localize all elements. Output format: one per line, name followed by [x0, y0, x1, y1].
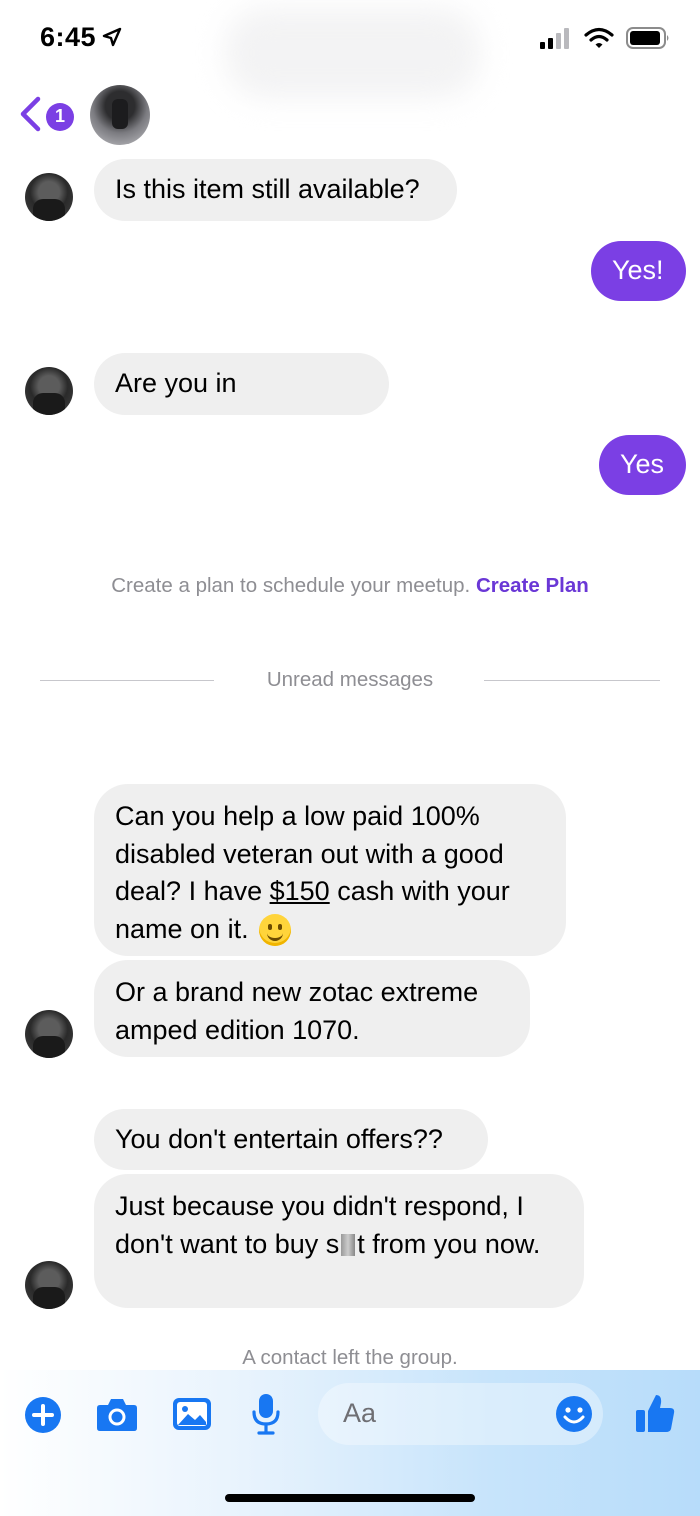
listing-thumbnail[interactable]	[90, 85, 150, 145]
camera-icon[interactable]	[96, 1396, 138, 1437]
plan-prompt: Create a plan to schedule your meetup. C…	[111, 574, 589, 597]
location-arrow-icon	[102, 23, 122, 54]
emoji-icon[interactable]	[555, 1395, 593, 1438]
unread-count-badge: 1	[46, 102, 74, 131]
home-indicator[interactable]	[225, 1494, 475, 1502]
sender-avatar[interactable]	[25, 173, 73, 221]
message-text: You don't entertain offers??	[115, 1123, 443, 1154]
message-input-placeholder: Aa	[343, 1398, 377, 1428]
chevron-left-icon	[18, 96, 42, 137]
received-message[interactable]: Can you help a low paid 100% disabled ve…	[94, 784, 566, 956]
microphone-icon[interactable]	[251, 1393, 281, 1440]
censored-text	[341, 1234, 356, 1257]
message-text: Or a brand new zotac extreme amped editi…	[115, 977, 479, 1045]
smiley-emoji-icon	[258, 914, 291, 947]
message-text: Are you in	[115, 368, 237, 399]
photo-gallery-icon[interactable]	[172, 1397, 212, 1436]
message-text: Yes!	[612, 255, 664, 286]
sender-avatar[interactable]	[25, 1010, 73, 1058]
plus-icon[interactable]	[24, 1396, 62, 1439]
wifi-icon	[584, 27, 614, 54]
message-text: Yes	[620, 449, 665, 480]
received-message[interactable]: Or a brand new zotac extreme amped editi…	[94, 960, 530, 1057]
message-text: Is this item still available?	[115, 174, 420, 205]
battery-icon	[626, 26, 672, 55]
back-button[interactable]: 1	[18, 96, 74, 137]
offer-amount: $150	[269, 876, 330, 906]
status-time: 6:45	[40, 22, 122, 54]
create-plan-link[interactable]: Create Plan	[476, 574, 589, 597]
signal-icon	[540, 27, 572, 54]
status-icons	[540, 26, 672, 55]
received-message[interactable]: Are you in	[94, 353, 389, 415]
divider-line-right	[484, 680, 660, 681]
blurred-region	[225, 8, 480, 98]
received-message[interactable]: You don't entertain offers??	[94, 1109, 488, 1170]
system-notice: A contact left the group.	[242, 1346, 458, 1369]
sent-message[interactable]: Yes	[599, 435, 686, 495]
received-message[interactable]: Just because you didn't respond, I don't…	[94, 1174, 584, 1308]
sender-avatar[interactable]	[25, 1261, 73, 1309]
sender-avatar[interactable]	[25, 367, 73, 415]
thumbs-up-icon[interactable]	[635, 1392, 675, 1439]
received-message[interactable]: Is this item still available?	[94, 159, 457, 221]
sent-message[interactable]: Yes!	[591, 241, 686, 301]
